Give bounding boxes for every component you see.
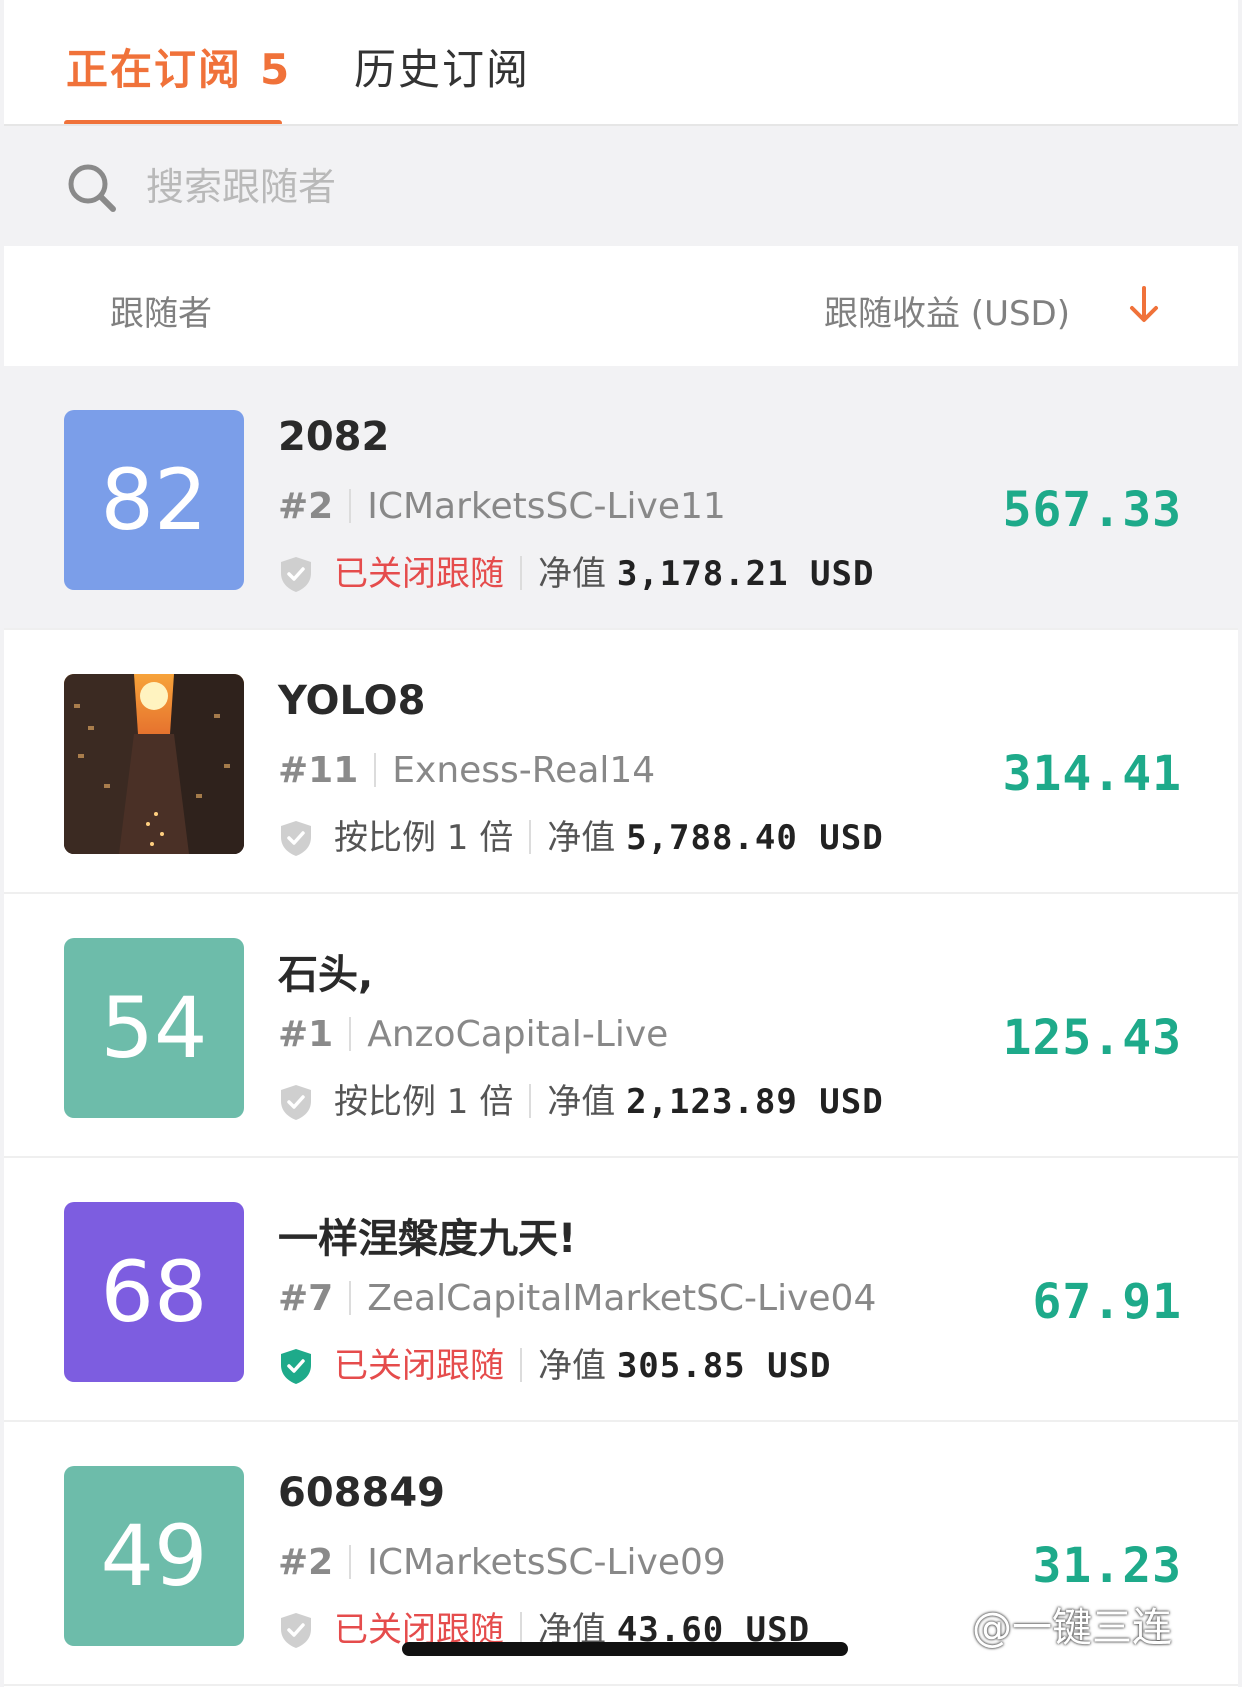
separator [520,1612,522,1646]
avatar: 49 [64,1466,244,1646]
tab-bar: 正在订阅 5 历史订阅 [4,0,1238,126]
rank: #2 [278,486,334,527]
follower-name: 石头, [278,952,374,998]
server-name: Exness-Real14 [392,750,656,791]
follow-profit: 31.23 [1032,1538,1182,1594]
separator [520,1348,522,1382]
follower-name: 608849 [278,1470,445,1516]
equity-value: 3,178.21 USD [616,554,875,594]
shield-icon [281,557,311,592]
list-item[interactable]: YOLO8 #11 Exness-Real14 按比例 1 倍净值 5,788.4… [4,630,1238,894]
server-name: AnzoCapital-Live [367,1014,669,1055]
separator [349,1545,352,1579]
follower-name: YOLO8 [278,678,426,724]
tab-current-subscriptions[interactable]: 正在订阅 5 [66,36,291,97]
column-profit-label[interactable]: 跟随收益 (USD) [824,286,1070,335]
follow-status: 按比例 1 倍 [334,818,514,858]
follower-name: 一样涅槃度九天! [278,1216,577,1262]
sunset-photo [64,674,244,854]
rank-server-line: #1 AnzoCapital-Live [278,1014,668,1055]
shield-icon [281,1085,311,1120]
follower-name: 2082 [278,414,390,460]
status-line: 已关闭跟随 净值 3,178.21 USD [278,546,874,595]
follow-profit: 67.91 [1032,1274,1182,1330]
list-item[interactable]: 82 2082 #2 ICMarketsSC-Live11 已关闭跟随 净值 3,1… [4,366,1238,630]
separator [520,556,522,590]
equity-value: 2,123.89 USD [626,1082,884,1122]
column-follower-label: 跟随者 [110,294,212,334]
follow-profit: 567.33 [1002,482,1182,538]
equity-label: 净值 [538,554,606,594]
avatar: 68 [64,1202,244,1382]
avatar: 54 [64,938,244,1118]
server-name: ICMarketsSC-Live11 [367,486,726,527]
list-header: 跟随者 跟随收益 (USD) [4,246,1238,366]
watermark: @一键三连 [972,1605,1172,1651]
separator [349,489,352,523]
shield-icon [281,821,311,856]
sort-descending-icon[interactable] [1126,284,1162,324]
home-indicator[interactable] [402,1642,848,1656]
search-input[interactable] [144,156,948,218]
rank-server-line: #11 Exness-Real14 [278,750,655,791]
rank: #2 [278,1542,334,1583]
rank: #7 [278,1278,334,1319]
separator [349,1281,352,1315]
equity-label: 净值 [547,1082,616,1122]
status-line: 按比例 1 倍净值 2,123.89 USD [278,1074,884,1123]
avatar [64,674,244,854]
follow-status: 已关闭跟随 [334,1346,504,1386]
status-line: 按比例 1 倍净值 5,788.40 USD [278,810,884,859]
app-screen: 正在订阅 5 历史订阅 跟随者 跟随收益 (USD) 82 2082 #2 ICMa… [4,0,1238,1687]
rank-server-line: #2 ICMarketsSC-Live09 [278,1542,726,1583]
list-item[interactable]: 54 石头, #1 AnzoCapital-Live 按比例 1 倍净值 2,12… [4,894,1238,1158]
rank-server-line: #2 ICMarketsSC-Live11 [278,486,726,527]
follow-status: 已关闭跟随 [334,554,504,594]
list-item[interactable]: 68 一样涅槃度九天! #7 ZealCapitalMarketSC-Live04… [4,1158,1238,1422]
server-name: ZealCapitalMarketSC-Live04 [367,1278,877,1319]
rank: #1 [278,1014,334,1055]
tab-current-count: 5 [260,45,292,94]
separator [529,820,532,854]
search-icon [68,164,116,212]
equity-label: 净值 [538,1346,606,1386]
equity-value: 305.85 USD [616,1346,832,1386]
separator [529,1084,532,1118]
equity-value: 5,788.40 USD [626,818,884,858]
server-name: ICMarketsSC-Live09 [367,1542,726,1583]
separator [349,1017,352,1051]
follow-profit: 314.41 [1002,746,1182,802]
search-bar [4,126,1238,246]
rank: #11 [278,750,359,791]
separator [374,753,377,787]
equity-label: 净值 [547,818,616,858]
tab-history-subscriptions[interactable]: 历史订阅 [354,36,530,97]
status-line: 已关闭跟随 净值 305.85 USD [278,1338,832,1387]
follow-status: 按比例 1 倍 [334,1082,514,1122]
tab-current-label: 正在订阅 [66,45,243,94]
shield-verified-icon [281,1349,311,1384]
tab-history-label: 历史订阅 [354,45,531,94]
avatar: 82 [64,410,244,590]
shield-icon [281,1613,311,1648]
follow-profit: 125.43 [1002,1010,1182,1066]
rank-server-line: #7 ZealCapitalMarketSC-Live04 [278,1278,876,1319]
